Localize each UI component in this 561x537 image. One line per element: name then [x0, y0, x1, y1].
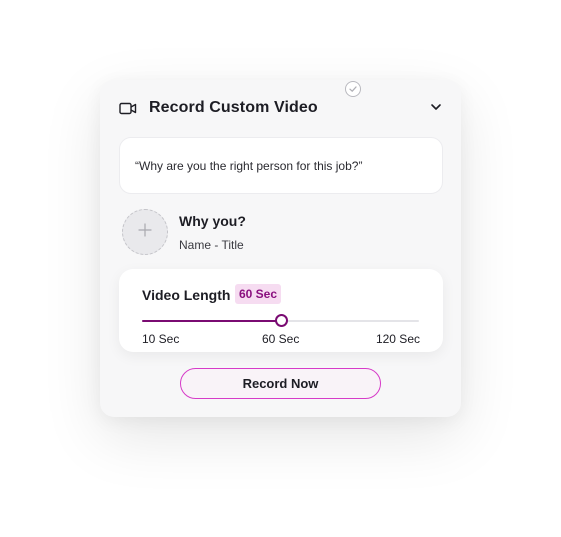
- record-now-button[interactable]: Record Now: [180, 368, 381, 399]
- video-camera-icon: [119, 100, 139, 116]
- video-length-slider[interactable]: [142, 314, 419, 327]
- plus-icon: [137, 222, 153, 243]
- question-prompt[interactable]: “Why are you the right person for this j…: [119, 137, 443, 194]
- slider-min-label: 10 Sec: [142, 332, 180, 346]
- slider-mid-label: 60 Sec: [262, 332, 300, 346]
- chevron-down-icon[interactable]: [429, 100, 443, 114]
- person-name: Why you?: [179, 213, 246, 229]
- panel-header[interactable]: Record Custom Video: [119, 96, 443, 120]
- slider-max-label: 120 Sec: [375, 332, 420, 346]
- slider-thumb[interactable]: [274, 314, 288, 327]
- person-title: Name - Title: [179, 238, 244, 252]
- panel-title: Record Custom Video: [149, 99, 318, 116]
- add-avatar-button[interactable]: [122, 209, 168, 255]
- question-text: “Why are you the right person for this j…: [135, 158, 363, 173]
- video-length-label: Video Length: [142, 287, 231, 303]
- video-length-badge: 60 Sec: [235, 284, 282, 304]
- slider-fill: [142, 320, 281, 322]
- video-length-card: Video Length 60 Sec 10 Sec 60 Sec 120 Se…: [119, 269, 443, 352]
- check-icon[interactable]: [345, 81, 361, 97]
